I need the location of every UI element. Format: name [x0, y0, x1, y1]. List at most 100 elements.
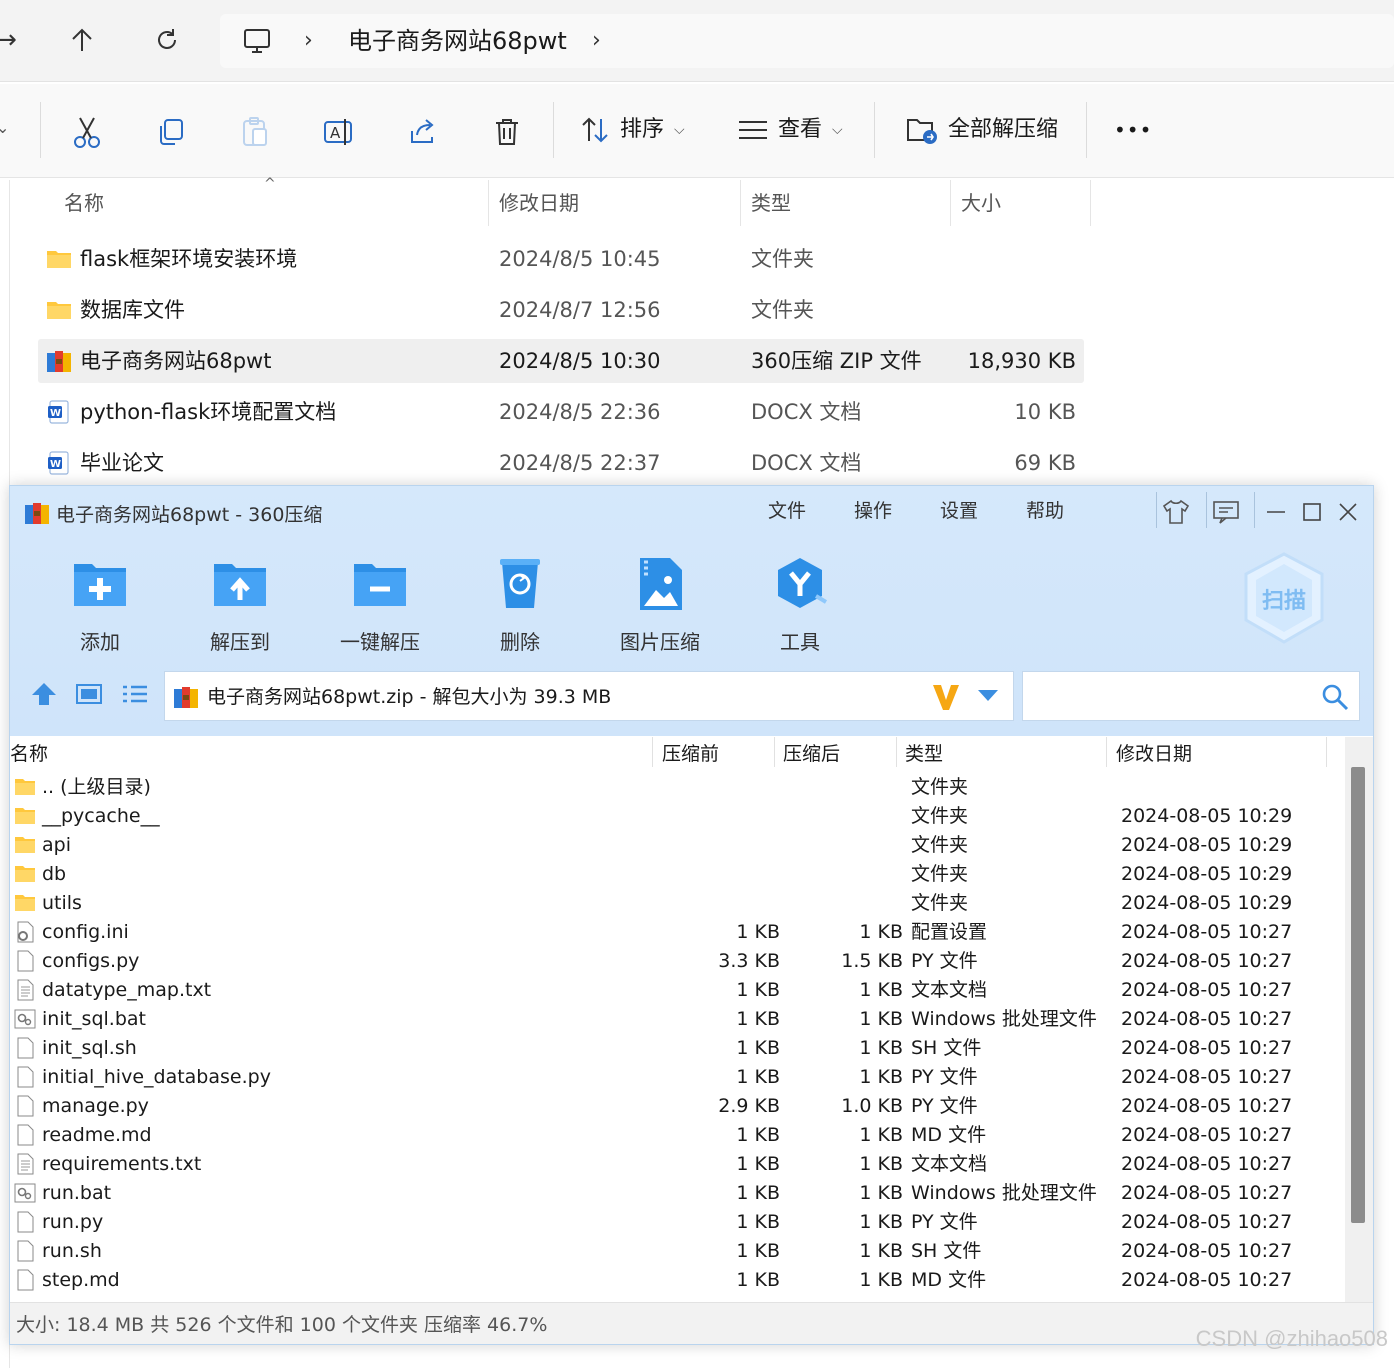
column-divider[interactable] [652, 737, 653, 767]
archive-file-type: 文本文档 [911, 979, 988, 1001]
cut-icon[interactable] [67, 112, 107, 152]
archive-row[interactable]: utils 文件夹 2024-08-05 10:29 [10, 889, 1345, 918]
archive-row[interactable]: run.py 1 KB 1 KB PY 文件 2024-08-05 10:27 [10, 1208, 1345, 1237]
refresh-icon[interactable] [147, 20, 187, 60]
share-icon[interactable] [403, 112, 443, 152]
file-type: 文件夹 [751, 298, 814, 322]
archive-row[interactable]: api 文件夹 2024-08-05 10:29 [10, 831, 1345, 860]
archive-row[interactable]: run.sh 1 KB 1 KB SH 文件 2024-08-05 10:27 [10, 1237, 1345, 1266]
column-divider[interactable] [1106, 737, 1107, 767]
delete-icon[interactable] [487, 112, 527, 152]
column-header-name[interactable]: 名称 [64, 180, 104, 226]
scrollbar-thumb[interactable] [1351, 767, 1365, 1223]
archive-row[interactable]: requirements.txt 1 KB 1 KB 文本文档 2024-08-05 1… [10, 1150, 1345, 1179]
extract-all-button[interactable]: 全部解压缩 [906, 110, 1058, 150]
column-divider[interactable] [1090, 180, 1091, 226]
archive-row[interactable]: .. (上级目录) 文件夹 [10, 773, 1345, 802]
column-header-name[interactable]: 名称 [10, 737, 48, 771]
column-divider[interactable] [740, 180, 741, 226]
folder-icon [47, 302, 71, 319]
scan-button[interactable]: 扫描 [1242, 550, 1326, 646]
archive-row[interactable]: initial_hive_database.py 1 KB 1 KB PY 文件 202… [10, 1063, 1345, 1092]
archive-size-before: 1 KB [736, 1066, 780, 1088]
chevron-down-icon[interactable]: ⌄ [0, 118, 9, 137]
breadcrumb-item[interactable]: 电子商务网站68pwt [348, 14, 567, 68]
archive-size-after: 1 KB [859, 1211, 903, 1233]
archive-row[interactable]: init_sql.bat 1 KB 1 KB Windows 批处理文件 2024-08… [10, 1005, 1345, 1034]
chevron-right-icon[interactable]: › [304, 14, 313, 68]
archive-size-before: 1 KB [736, 1211, 780, 1233]
archive-path-field[interactable]: 电子商务网站68pwt.zip - 解包大小为 39.3 MB [164, 671, 1014, 721]
feedback-icon[interactable] [1208, 494, 1244, 530]
rename-icon[interactable]: A [319, 112, 359, 152]
vertical-scrollbar[interactable] [1345, 737, 1373, 1305]
column-divider[interactable] [896, 737, 897, 767]
menu-settings[interactable]: 设置 [940, 496, 978, 523]
column-divider[interactable] [1326, 737, 1327, 767]
list-view-icon[interactable] [122, 683, 148, 709]
column-header-date[interactable]: 修改日期 [499, 180, 579, 226]
thumbnail-view-icon[interactable] [76, 683, 102, 709]
tools-button[interactable]: 工具 [745, 556, 855, 656]
up-icon[interactable] [62, 20, 102, 60]
paste-icon[interactable] [235, 112, 275, 152]
archive-row[interactable]: manage.py 2.9 KB 1.0 KB PY 文件 2024-08-05 10:… [10, 1092, 1345, 1121]
archive-size-after: 1 KB [859, 1008, 903, 1030]
archive-row[interactable]: datatype_map.txt 1 KB 1 KB 文本文档 2024-08-05 1… [10, 976, 1345, 1005]
up-level-icon[interactable] [30, 681, 58, 711]
close-icon[interactable] [1330, 494, 1366, 530]
column-divider[interactable] [488, 180, 489, 226]
column-header-date[interactable]: 修改日期 [1116, 737, 1192, 771]
extract-to-button[interactable]: 解压到 [185, 556, 295, 656]
file-row[interactable]: flask框架环境安装环境 2024/8/5 10:45 文件夹 [38, 237, 1084, 281]
chevron-right-icon[interactable]: › [592, 14, 601, 68]
archive-file-date: 2024-08-05 10:29 [1121, 805, 1293, 827]
one-click-extract-button[interactable]: 一键解压 [325, 556, 435, 656]
column-header-type[interactable]: 类型 [905, 737, 943, 771]
menu-help[interactable]: 帮助 [1026, 496, 1064, 523]
column-divider[interactable] [774, 737, 775, 767]
copy-icon[interactable] [151, 112, 191, 152]
column-divider[interactable] [950, 180, 951, 226]
file-row[interactable]: 数据库文件 2024/8/7 12:56 文件夹 [38, 288, 1084, 332]
file-row-selected[interactable]: 电子商务网站68pwt 2024/8/5 10:30 360压缩 ZIP 文件 … [38, 339, 1084, 383]
archive-row[interactable]: configs.py 3.3 KB 1.5 KB PY 文件 2024-08-05 10… [10, 947, 1345, 976]
archive-row[interactable]: run.bat 1 KB 1 KB Windows 批处理文件 2024-08-05 1… [10, 1179, 1345, 1208]
breadcrumb[interactable]: › 电子商务网站68pwt › [220, 14, 1394, 68]
view-button[interactable]: 查看 ⌵ [738, 110, 843, 150]
minimize-icon[interactable] [1258, 494, 1294, 530]
column-header-before[interactable]: 压缩前 [662, 737, 719, 771]
menu-file[interactable]: 文件 [768, 496, 806, 523]
file-row[interactable]: W python-flask环境配置文档 2024/8/5 22:36 DOCX… [38, 390, 1084, 434]
archive-row[interactable]: config.ini 1 KB 1 KB 配置设置 2024-08-05 10:27 [10, 918, 1345, 947]
archive-row[interactable]: step.md 1 KB 1 KB MD 文件 2024-08-05 10:27 [10, 1266, 1345, 1295]
archive-row[interactable]: init_sql.sh 1 KB 1 KB SH 文件 2024-08-05 10:27 [10, 1034, 1345, 1063]
dropdown-arrow-icon[interactable] [977, 688, 999, 708]
archive-size-after: 1 KB [859, 1269, 903, 1291]
column-header-size[interactable]: 大小 [961, 180, 1001, 226]
file-icon [17, 950, 34, 972]
add-button[interactable]: 添加 [45, 556, 155, 656]
this-pc-icon[interactable] [242, 26, 272, 60]
archive-row[interactable]: __pycache__ 文件夹 2024-08-05 10:29 [10, 802, 1345, 831]
v-logo-icon[interactable] [931, 682, 961, 716]
menu-operation[interactable]: 操作 [854, 496, 892, 523]
forward-icon[interactable]: → [0, 20, 26, 60]
search-input[interactable] [1022, 671, 1360, 721]
archive-file-name: initial_hive_database.py [42, 1066, 271, 1088]
file-row[interactable]: W 毕业论文 2024/8/5 22:37 DOCX 文档 69 KB [38, 441, 1084, 485]
column-header-type[interactable]: 类型 [751, 180, 791, 226]
delete-button[interactable]: 删除 [465, 556, 575, 656]
column-header-after[interactable]: 压缩后 [783, 737, 840, 771]
image-compress-button[interactable]: 图片压缩 [605, 556, 715, 656]
archive-file-date: 2024-08-05 10:27 [1121, 1037, 1293, 1059]
scan-label: 扫描 [1261, 589, 1306, 614]
archive-row[interactable]: readme.md 1 KB 1 KB MD 文件 2024-08-05 10:27 [10, 1121, 1345, 1150]
more-options-icon[interactable]: ••• [1114, 110, 1152, 150]
archive-size-after: 1 KB [859, 1240, 903, 1262]
sort-button[interactable]: 排序 ⌵ [580, 110, 685, 150]
skin-icon[interactable] [1158, 494, 1194, 530]
search-icon[interactable] [1321, 683, 1349, 715]
archive-row[interactable]: db 文件夹 2024-08-05 10:29 [10, 860, 1345, 889]
maximize-icon[interactable] [1294, 494, 1330, 530]
